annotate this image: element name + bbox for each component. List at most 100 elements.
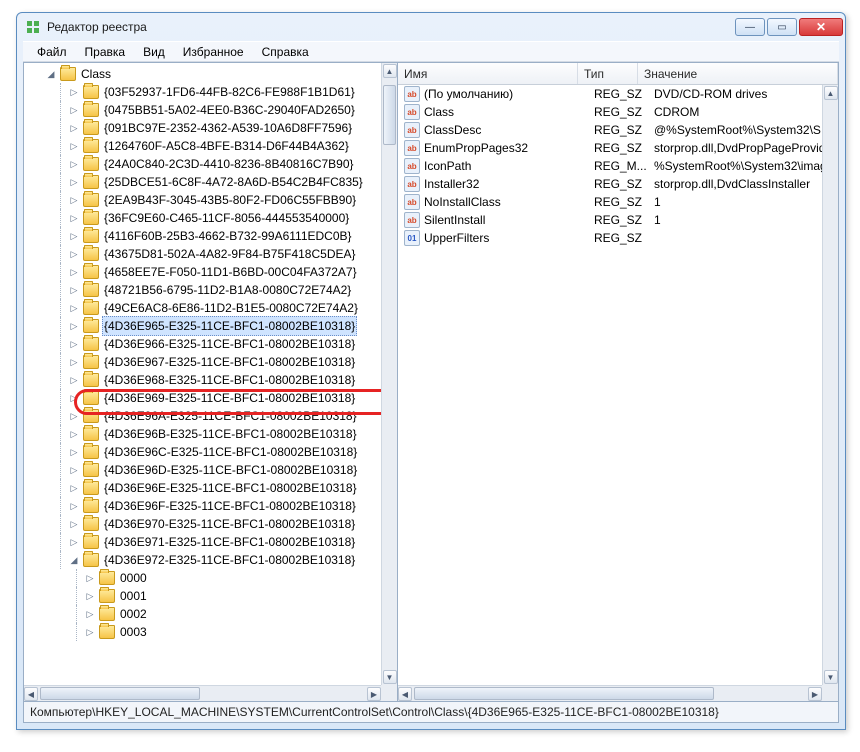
tree-node[interactable]: ▷{4D36E969-E325-11CE-BFC1-08002BE10318} [28,389,381,407]
expander-icon[interactable]: ▷ [67,445,81,459]
expander-icon[interactable]: ▷ [67,157,81,171]
tree-node[interactable]: ▷{4D36E967-E325-11CE-BFC1-08002BE10318} [28,353,381,371]
expander-icon[interactable]: ▷ [67,283,81,297]
tree-node[interactable]: ▷{43675D81-502A-4A82-9F84-B75F418C5DEA} [28,245,381,263]
expander-icon[interactable]: ▷ [67,391,81,405]
expander-icon[interactable]: ▷ [83,571,97,585]
tree-node[interactable]: ▷{4D36E96C-E325-11CE-BFC1-08002BE10318} [28,443,381,461]
tree-node[interactable]: ▷{24A0C840-2C3D-4410-8236-8B40816C7B90} [28,155,381,173]
menu-favorites[interactable]: Избранное [175,43,252,61]
tree-node[interactable]: ▷{0475BB51-5A02-4EE0-B36C-29040FAD2650} [28,101,381,119]
minimize-button[interactable]: — [735,18,765,36]
expander-icon[interactable]: ▷ [67,247,81,261]
value-row[interactable]: 01UpperFiltersREG_SZ [398,229,838,247]
expander-icon[interactable]: ▷ [67,427,81,441]
menu-edit[interactable]: Правка [77,43,134,61]
tree-node[interactable]: ▷{4D36E970-E325-11CE-BFC1-08002BE10318} [28,515,381,533]
tree-node-child[interactable]: ▷0001 [28,587,381,605]
tree-node[interactable]: ▷{4D36E966-E325-11CE-BFC1-08002BE10318} [28,335,381,353]
value-row[interactable]: abIconPathREG_M...%SystemRoot%\System32\… [398,157,838,175]
tree-scrollbar-horizontal[interactable]: ◀ ▶ [24,685,381,701]
expander-icon[interactable]: ▷ [67,409,81,423]
expander-icon[interactable]: ▷ [67,121,81,135]
tree-node-child[interactable]: ▷0002 [28,605,381,623]
value-row[interactable]: abInstaller32REG_SZstorprop.dll,DvdClass… [398,175,838,193]
menu-view[interactable]: Вид [135,43,173,61]
expander-icon[interactable]: ▷ [67,481,81,495]
tree-node[interactable]: ◢{4D36E972-E325-11CE-BFC1-08002BE10318} [28,551,381,569]
scroll-right-button[interactable]: ▶ [367,687,381,701]
column-header-type[interactable]: Тип [578,63,638,84]
scroll-left-button[interactable]: ◀ [398,687,412,701]
scroll-up-button[interactable]: ▲ [383,64,397,78]
titlebar[interactable]: Редактор реестра — ▭ ✕ [17,13,845,41]
tree-node[interactable]: ▷{03F52937-1FD6-44FB-82C6-FE988F1B1D61} [28,83,381,101]
expander-icon[interactable]: ▷ [67,319,81,333]
collapse-icon[interactable]: ◢ [44,67,58,81]
value-row[interactable]: abClassREG_SZCDROM [398,103,838,121]
tree-node[interactable]: ▷{1264760F-A5C8-4BFE-B314-D6F44B4A362} [28,137,381,155]
value-row[interactable]: ab(По умолчанию)REG_SZDVD/CD-ROM drives [398,85,838,103]
expander-icon[interactable]: ▷ [67,373,81,387]
column-header-value[interactable]: Значение [638,63,838,84]
scroll-left-button[interactable]: ◀ [24,687,38,701]
expander-icon[interactable]: ▷ [67,355,81,369]
tree-node-child[interactable]: ▷0000 [28,569,381,587]
expander-icon[interactable]: ▷ [67,535,81,549]
scroll-right-button[interactable]: ▶ [808,687,822,701]
expander-icon[interactable]: ▷ [67,103,81,117]
tree-node[interactable]: ▷{49CE6AC8-6E86-11D2-B1E5-0080C72E74A2} [28,299,381,317]
tree-node[interactable]: ▷{4658EE7E-F050-11D1-B6BD-00C04FA372A7} [28,263,381,281]
value-row[interactable]: abNoInstallClassREG_SZ1 [398,193,838,211]
tree-node[interactable]: ▷{25DBCE51-6C8F-4A72-8A6D-B54C2B4FC835} [28,173,381,191]
expander-icon[interactable]: ▷ [67,85,81,99]
value-row[interactable]: abSilentInstallREG_SZ1 [398,211,838,229]
tree-node[interactable]: ▷{4D36E968-E325-11CE-BFC1-08002BE10318} [28,371,381,389]
tree-node[interactable]: ▷{48721B56-6795-11D2-B1A8-0080C72E74A2} [28,281,381,299]
tree-node[interactable]: ▷{091BC97E-2352-4362-A539-10A6D8FF7596} [28,119,381,137]
expander-icon[interactable]: ▷ [67,229,81,243]
tree-node[interactable]: ▷{4D36E96D-E325-11CE-BFC1-08002BE10318} [28,461,381,479]
values-list[interactable]: ab(По умолчанию)REG_SZDVD/CD-ROM drivesa… [398,85,838,701]
tree-node[interactable]: ▷{2EA9B43F-3045-43B5-80F2-FD06C55FBB90} [28,191,381,209]
scroll-up-button[interactable]: ▲ [824,86,838,100]
expander-icon[interactable]: ◢ [67,553,81,567]
expander-icon[interactable]: ▷ [67,337,81,351]
expander-icon[interactable]: ▷ [67,211,81,225]
maximize-button[interactable]: ▭ [767,18,797,36]
tree-node[interactable]: ▷{4D36E96F-E325-11CE-BFC1-08002BE10318} [28,497,381,515]
expander-icon[interactable]: ▷ [83,625,97,639]
list-scrollbar-vertical[interactable]: ▲ ▼ [822,85,838,685]
tree-node[interactable]: ▷{4D36E971-E325-11CE-BFC1-08002BE10318} [28,533,381,551]
list-scrollbar-horizontal[interactable]: ◀ ▶ [398,685,822,701]
menu-help[interactable]: Справка [254,43,317,61]
scroll-down-button[interactable]: ▼ [824,670,838,684]
expander-icon[interactable]: ▷ [83,607,97,621]
expander-icon[interactable]: ▷ [67,517,81,531]
menu-file[interactable]: Файл [29,43,75,61]
expander-icon[interactable]: ▷ [67,463,81,477]
tree-view[interactable]: ◢Class▷{03F52937-1FD6-44FB-82C6-FE988F1B… [24,63,381,685]
tree-node[interactable]: ▷{4D36E965-E325-11CE-BFC1-08002BE10318} [28,317,381,335]
expander-icon[interactable]: ▷ [67,193,81,207]
expander-icon[interactable]: ▷ [67,301,81,315]
expander-icon[interactable]: ▷ [67,175,81,189]
scroll-thumb-horizontal[interactable] [40,687,200,700]
scroll-down-button[interactable]: ▼ [383,670,397,684]
scroll-thumb-vertical[interactable] [383,85,396,145]
tree-node[interactable]: ▷{4116F60B-25B3-4662-B732-99A6111EDC0B} [28,227,381,245]
tree-node[interactable]: ▷{4D36E96B-E325-11CE-BFC1-08002BE10318} [28,425,381,443]
expander-icon[interactable]: ▷ [67,499,81,513]
expander-icon[interactable]: ▷ [67,139,81,153]
scroll-thumb-horizontal[interactable] [414,687,714,700]
expander-icon[interactable]: ▷ [67,265,81,279]
value-row[interactable]: abEnumPropPages32REG_SZstorprop.dll,DvdP… [398,139,838,157]
column-header-name[interactable]: Имя [398,63,578,84]
close-button[interactable]: ✕ [799,18,843,36]
value-row[interactable]: abClassDescREG_SZ@%SystemRoot%\System32\… [398,121,838,139]
expander-icon[interactable]: ▷ [83,589,97,603]
tree-node-child[interactable]: ▷0003 [28,623,381,641]
tree-node-root[interactable]: ◢Class [28,65,381,83]
tree-node[interactable]: ▷{4D36E96A-E325-11CE-BFC1-08002BE10318} [28,407,381,425]
tree-node[interactable]: ▷{4D36E96E-E325-11CE-BFC1-08002BE10318} [28,479,381,497]
